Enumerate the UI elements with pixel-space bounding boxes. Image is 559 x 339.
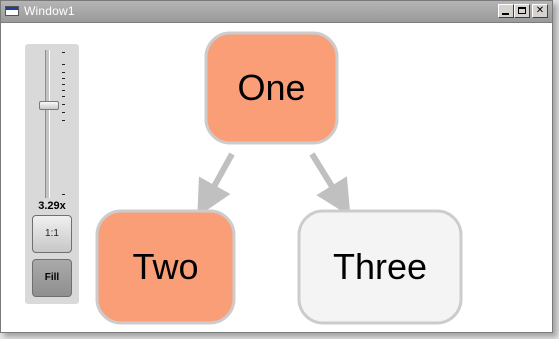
window-title: Window1 — [24, 4, 75, 18]
zoom-slider-tick — [62, 72, 65, 73]
maximize-icon — [518, 7, 526, 14]
zoom-slider-tick — [62, 90, 65, 91]
zoom-slider-tick — [62, 64, 65, 65]
zoom-panel: 3.29x 1:1 Fill — [25, 44, 79, 304]
node-two-label: Two — [132, 246, 198, 287]
zoom-slider-tick — [62, 120, 65, 121]
title-bar[interactable]: Window1 ✕ — [1, 1, 552, 23]
zoom-slider-tick — [62, 104, 65, 105]
zoom-slider-tick — [62, 84, 65, 85]
window-icon — [5, 6, 19, 16]
zoom-slider-tick — [62, 96, 65, 97]
app-window: Window1 ✕ 3.29x 1:1 Fill One Two Three — [0, 0, 553, 333]
node-three[interactable]: Three — [297, 209, 463, 325]
edge-one-two — [197, 152, 235, 217]
close-icon: ✕ — [535, 5, 545, 16]
graph-canvas: One Two Three — [95, 31, 463, 325]
zoom-level-label: 3.29x — [38, 200, 66, 212]
minimize-icon — [502, 13, 509, 15]
zoom-slider-track[interactable] — [45, 50, 50, 198]
node-two[interactable]: Two — [95, 209, 236, 325]
zoom-slider-tick — [62, 112, 65, 113]
edge-one-three — [309, 152, 351, 217]
maximize-button[interactable] — [514, 4, 530, 18]
zoom-1to1-button[interactable]: 1:1 — [32, 215, 72, 253]
zoom-slider-thumb[interactable] — [39, 101, 59, 110]
close-button[interactable]: ✕ — [532, 4, 548, 18]
node-one[interactable]: One — [204, 31, 339, 145]
zoom-slider-tick — [62, 78, 65, 79]
node-three-label: Three — [333, 246, 427, 287]
zoom-fill-button[interactable]: Fill — [32, 259, 72, 297]
minimize-button[interactable] — [498, 4, 514, 18]
zoom-slider-tick — [62, 52, 65, 53]
node-one-label: One — [237, 67, 305, 108]
zoom-slider-tick — [62, 194, 65, 195]
